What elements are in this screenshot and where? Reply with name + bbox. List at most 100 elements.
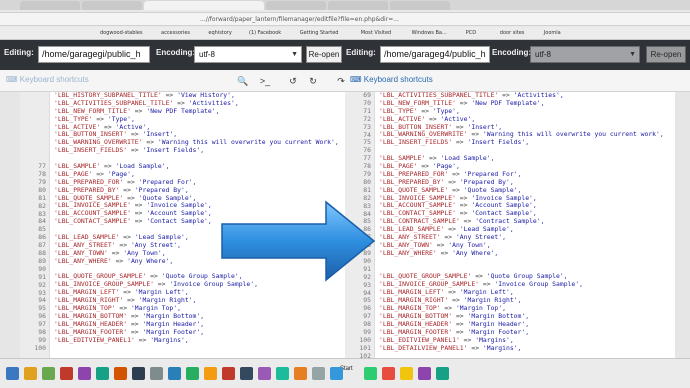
taskbar-app-icon[interactable] — [78, 367, 91, 380]
taskbar-app-icon[interactable] — [312, 367, 325, 380]
array-value: 'Contact Sample', — [471, 209, 537, 218]
encoding-select-right[interactable]: utf-8 ▼ — [530, 46, 640, 63]
goto-line-icon[interactable]: ↷ — [334, 74, 348, 88]
array-value: 'Margin Top', — [455, 304, 506, 313]
array-key: 'LBL_MARGIN_BOTTOM' — [379, 311, 453, 320]
arrow-operator: => — [479, 280, 495, 289]
array-value: 'Margin Left', — [459, 288, 514, 297]
taskbar-app-icon[interactable] — [382, 367, 395, 380]
url-text[interactable]: ...//forward/paper_lantern/filemanager/e… — [200, 15, 410, 25]
taskbar-app-icon[interactable] — [24, 367, 37, 380]
taskbar-app-icon[interactable] — [42, 367, 55, 380]
bookmark-item[interactable]: door sites — [500, 28, 525, 38]
arrow-operator: => — [452, 319, 468, 328]
bookmark-item[interactable]: Most Visited — [361, 28, 391, 38]
browser-tab[interactable] — [266, 1, 326, 10]
bookmark-item[interactable]: eqhistory — [208, 28, 231, 38]
arrow-operator: => — [452, 327, 468, 336]
taskbar-app-icon[interactable] — [6, 367, 19, 380]
array-key: 'LBL_INSERT_FIELDS' — [379, 138, 453, 147]
array-value: 'Insert Fields', — [467, 138, 530, 147]
browser-tab[interactable] — [328, 1, 388, 10]
array-value: 'Margins', — [475, 335, 514, 344]
arrow-operator: => — [455, 209, 472, 218]
browser-tab[interactable] — [20, 1, 80, 10]
taskbar-app-icon[interactable] — [258, 367, 271, 380]
terminal-icon[interactable]: >_ — [258, 74, 272, 88]
arrow-operator: => — [127, 311, 143, 320]
keyboard-shortcuts-label-right: Keyboard shortcuts — [363, 75, 433, 84]
array-value: 'Lead Sample', — [134, 233, 189, 242]
reopen-button[interactable]: Re-open — [306, 46, 342, 63]
browser-tab[interactable] — [82, 1, 142, 10]
path-field-right[interactable]: /home/garageg4/public_h — [380, 46, 490, 63]
taskbar-app-icon[interactable] — [96, 367, 109, 380]
taskbar-app-icon[interactable] — [276, 367, 289, 380]
array-value: 'Type', — [107, 114, 135, 123]
arrow-operator: => — [455, 201, 472, 210]
taskbar-app-icon[interactable] — [132, 367, 145, 380]
encoding-select[interactable]: utf-8 ▼ — [194, 46, 302, 63]
address-bar[interactable]: ...//forward/paper_lantern/filemanager/e… — [0, 12, 690, 26]
taskbar-app-icon[interactable] — [400, 367, 413, 380]
array-value: 'Any Town', — [123, 248, 166, 257]
reopen-button-right[interactable]: Re-open — [646, 46, 686, 63]
taskbar-app-icon[interactable] — [150, 367, 163, 380]
browser-chrome: ...//forward/paper_lantern/filemanager/e… — [0, 0, 690, 40]
array-value: 'Contract Sample', — [475, 217, 545, 226]
taskbar-app-icon[interactable] — [436, 367, 449, 380]
browser-tab[interactable] — [390, 1, 450, 10]
array-key: 'LBL_PREPARED_FOR' — [54, 177, 124, 186]
array-key: 'LBL_ACCOUNT_SAMPLE' — [54, 209, 131, 218]
taskbar-app-icon[interactable] — [186, 367, 199, 380]
code-area-right[interactable]: 'LBL_ACTIVITIES_SUBPANEL_TITLE' => 'Acti… — [379, 92, 664, 352]
tab-strip — [0, 0, 690, 10]
arrow-operator: => — [146, 272, 162, 281]
array-value: 'Margin Header', — [467, 319, 530, 328]
taskbar-app-icon[interactable] — [294, 367, 307, 380]
taskbar-app-icon[interactable] — [330, 367, 343, 380]
array-key: 'LBL_WARNING_OVERWRITE' — [54, 138, 143, 147]
bookmark-item[interactable]: Getting Started — [300, 28, 339, 38]
array-value: 'Contact Sample', — [146, 217, 212, 226]
undo-icon[interactable]: ↺ — [286, 74, 300, 88]
keyboard-shortcuts-link[interactable]: ⌨ Keyboard shortcuts — [6, 75, 89, 84]
taskbar-app-icon[interactable] — [204, 367, 217, 380]
search-icon[interactable]: 🔍 — [236, 74, 250, 88]
taskbar-app-icon[interactable] — [168, 367, 181, 380]
code-line: 'LBL_EDITVIEW_PANEL1' => 'Margins', — [54, 336, 339, 345]
right-code-pane[interactable]: 6970717273747576777879808182838485868788… — [345, 92, 675, 358]
array-key: 'LBL_SAMPLE' — [379, 154, 426, 163]
browser-tab-active[interactable] — [144, 1, 264, 10]
bookmark-item[interactable]: accessories — [161, 28, 190, 38]
keyboard-shortcuts-label: Keyboard shortcuts — [19, 75, 89, 84]
taskbar-app-icon[interactable] — [222, 367, 235, 380]
array-value: 'Margin Bottom', — [467, 311, 530, 320]
bookmark-item[interactable]: (1) Facebook — [249, 28, 281, 38]
taskbar-app-icon[interactable] — [418, 367, 431, 380]
arrow-operator: => — [444, 225, 460, 234]
editing-label-right: Editing: — [346, 48, 376, 57]
taskbar-app-icon[interactable] — [364, 367, 377, 380]
taskbar-app-icon[interactable] — [60, 367, 73, 380]
arrow-operator: => — [455, 193, 472, 202]
arrow-operator: => — [130, 106, 147, 115]
bookmark-item[interactable]: Joomla — [544, 28, 561, 38]
redo-icon[interactable]: ↻ — [306, 74, 320, 88]
bookmark-item[interactable]: Windows Ba... — [412, 28, 447, 38]
code-line: 'LBL_ANY_WHERE' => 'Any Where', — [379, 248, 664, 258]
array-value: 'Any Where', — [452, 248, 499, 257]
array-key: 'LBL_CONTACT_SAMPLE' — [54, 217, 131, 226]
taskbar-app-icon[interactable] — [114, 367, 127, 380]
array-value: 'Margin Left', — [134, 288, 189, 297]
keyboard-shortcuts-link-right[interactable]: ⌨ Keyboard shortcuts — [350, 75, 433, 84]
array-key: 'LBL_INVOICE_SAMPLE' — [54, 201, 131, 210]
keyboard-icon: ⌨ — [350, 75, 362, 84]
taskbar-app-icon[interactable] — [240, 367, 253, 380]
path-field[interactable]: /home/garagegi/public_h — [38, 46, 150, 63]
os-taskbar: Start — [0, 358, 690, 388]
bookmark-item[interactable]: dogwood-stables — [100, 28, 142, 38]
array-key: 'LBL_PREPARED_BY' — [54, 185, 120, 194]
arrow-operator: => — [127, 130, 143, 139]
bookmark-item[interactable]: PCD — [466, 28, 476, 38]
